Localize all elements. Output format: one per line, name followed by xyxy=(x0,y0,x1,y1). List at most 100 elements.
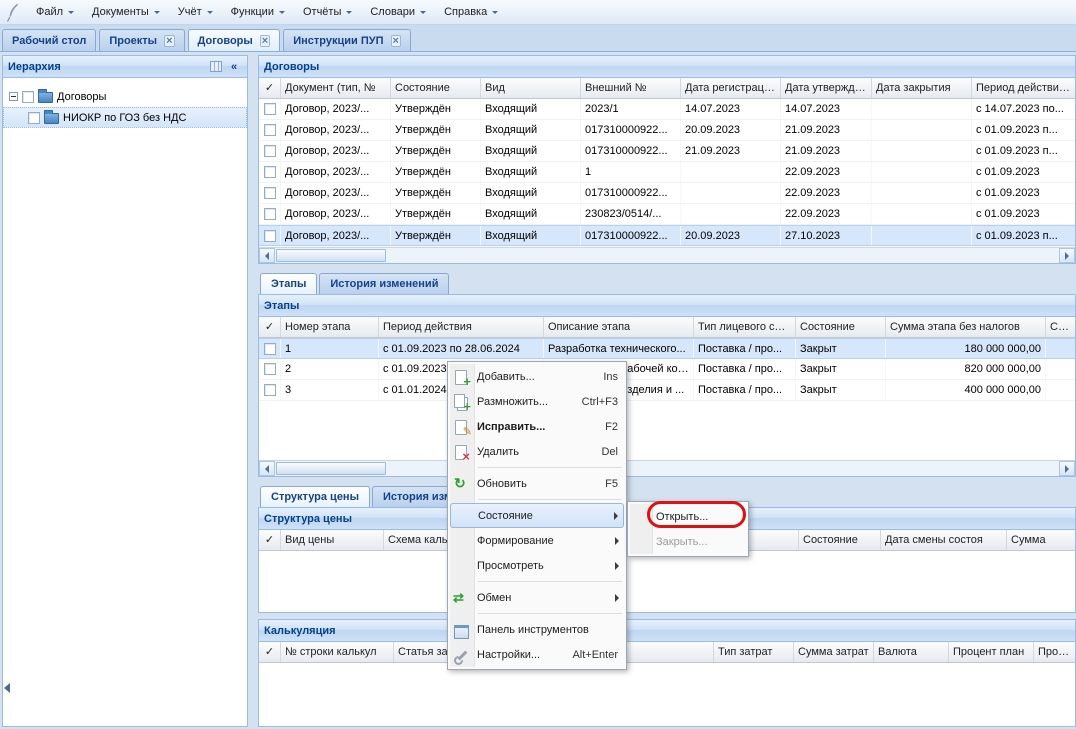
select-all-column-header[interactable]: ✓ xyxy=(259,78,281,98)
scroll-right-button[interactable] xyxy=(1059,248,1075,263)
tree-node-checkbox[interactable] xyxy=(22,91,34,103)
menu-item-formation[interactable]: Формирование xyxy=(450,528,624,553)
row-checkbox[interactable] xyxy=(264,166,276,178)
column-header-state[interactable]: Состояние xyxy=(391,78,481,98)
contract-row[interactable]: Договор, 2023/... Утверждён Входящий 017… xyxy=(259,141,1075,162)
row-checkbox[interactable] xyxy=(264,145,276,157)
tab-instructions[interactable]: Инструкции ПУП × xyxy=(283,29,411,51)
collapse-node-icon[interactable] xyxy=(9,92,18,101)
scroll-right-button[interactable] xyxy=(1059,461,1075,476)
row-checkbox[interactable] xyxy=(264,208,276,220)
tab-stages[interactable]: Этапы xyxy=(260,273,317,294)
contracts-horizontal-scrollbar[interactable] xyxy=(259,247,1075,263)
menu-item-settings[interactable]: Настройки... Alt+Enter xyxy=(450,642,624,667)
cell: 2023/1 xyxy=(581,99,681,119)
menu-item-toolbar[interactable]: Панель инструментов xyxy=(450,617,624,642)
menu-item-refresh[interactable]: Обновить F5 xyxy=(450,471,624,496)
column-header-reg[interactable]: Дата регистрации xyxy=(681,78,781,98)
scrollbar-thumb[interactable] xyxy=(276,249,386,262)
column-header-type[interactable]: Тип затрат xyxy=(714,642,794,662)
column-header-period[interactable]: Период действия... xyxy=(972,78,1075,98)
contract-row[interactable]: Договор, 2023/... Утверждён Входящий 017… xyxy=(259,120,1075,141)
tree-node-contracts[interactable]: Договоры xyxy=(3,86,247,107)
row-checkbox[interactable] xyxy=(264,384,276,396)
column-header-kind[interactable]: Вид xyxy=(481,78,581,98)
menu-accounting[interactable]: Учёт xyxy=(170,3,221,21)
column-header-fact[interactable]: Процент ф xyxy=(1034,642,1075,662)
column-header-kind[interactable]: Вид цены xyxy=(281,530,384,550)
column-header-num[interactable]: Номер этапа xyxy=(281,317,379,337)
column-header-sum[interactable]: Сумма затрат xyxy=(794,642,874,662)
menu-help[interactable]: Справка xyxy=(436,3,506,21)
folder-icon xyxy=(44,113,59,124)
scrollbar-thumb[interactable] xyxy=(276,462,386,475)
column-header-num[interactable]: № строки калькул xyxy=(281,642,394,662)
column-header-state[interactable]: Состояние xyxy=(799,530,881,550)
tab-close-icon[interactable]: × xyxy=(164,35,174,47)
menu-item-delete[interactable]: Удалить Del xyxy=(450,439,624,464)
tab-projects[interactable]: Проекты × xyxy=(99,29,184,51)
contract-row-selected[interactable]: Договор, 2023/... Утверждён Входящий 017… xyxy=(259,225,1075,246)
column-header-approve[interactable]: Дата утверждения xyxy=(781,78,872,98)
column-header-doc[interactable]: Документ (тип, № xyxy=(281,78,391,98)
column-header-currency[interactable]: Валюта xyxy=(874,642,949,662)
tab-change-history[interactable]: История изменений xyxy=(319,273,449,294)
column-header-changed[interactable]: Дата смены состоя xyxy=(881,530,1007,550)
column-header-sum[interactable]: Сумма этапа без налогов xyxy=(886,317,1046,337)
scroll-left-button[interactable] xyxy=(259,461,275,476)
scroll-left-button[interactable] xyxy=(259,248,275,263)
tab-contracts[interactable]: Договоры × xyxy=(188,29,281,51)
select-all-column-header[interactable]: ✓ xyxy=(259,530,281,550)
contract-row[interactable]: Договор, 2023/... Утверждён Входящий 017… xyxy=(259,183,1075,204)
row-checkbox[interactable] xyxy=(264,103,276,115)
column-header-state[interactable]: Состояние xyxy=(796,317,886,337)
scroll-left-icon[interactable] xyxy=(4,683,10,693)
column-header-ext[interactable]: Внешний № xyxy=(581,78,681,98)
row-checkbox[interactable] xyxy=(264,363,276,375)
menu-item-edit[interactable]: Исправить... F2 xyxy=(450,414,624,439)
column-header-acct[interactable]: Тип лицевого счёт xyxy=(694,317,796,337)
submenu-item-close[interactable]: Закрыть... xyxy=(630,529,746,554)
tree-node-niokr[interactable]: НИОКР по ГОЗ без НДС xyxy=(3,107,247,128)
row-checkbox[interactable] xyxy=(264,343,276,355)
menu-item-duplicate[interactable]: Размножить... Ctrl+F3 xyxy=(450,389,624,414)
menu-item-add[interactable]: Добавить... Ins xyxy=(450,364,624,389)
column-header-plan[interactable]: Процент план xyxy=(949,642,1034,662)
columns-icon xyxy=(210,61,222,72)
cell: с 01.09.2023 п... xyxy=(972,141,1075,161)
menu-documents[interactable]: Документы xyxy=(84,3,168,21)
menu-functions[interactable]: Функции xyxy=(223,3,293,21)
stage-row-selected[interactable]: 1 с 01.09.2023 по 28.06.2024 Разработка … xyxy=(259,338,1075,359)
tab-desktop[interactable]: Рабочий стол xyxy=(2,29,96,51)
menu-item-exchange[interactable]: Обмен xyxy=(450,585,624,610)
menu-file[interactable]: Файл xyxy=(28,3,82,21)
stage-row[interactable]: 3 с 01.01.2024 по 28.06.2024 Изготовлени… xyxy=(259,380,1075,401)
tree-node-checkbox[interactable] xyxy=(28,112,40,124)
stages-horizontal-scrollbar[interactable] xyxy=(259,460,1075,476)
menu-reports[interactable]: Отчёты xyxy=(295,3,360,21)
menu-item-view[interactable]: Просмотреть xyxy=(450,553,624,578)
column-header-sum2[interactable]: Сумма xyxy=(1046,317,1075,337)
row-checkbox[interactable] xyxy=(264,124,276,136)
row-checkbox[interactable] xyxy=(264,187,276,199)
select-all-column-header[interactable]: ✓ xyxy=(259,317,281,337)
select-all-column-header[interactable]: ✓ xyxy=(259,642,281,662)
column-header-close[interactable]: Дата закрытия xyxy=(872,78,972,98)
contract-row[interactable]: Договор, 2023/... Утверждён Входящий 230… xyxy=(259,204,1075,225)
tab-close-icon[interactable]: × xyxy=(260,35,270,47)
row-checkbox[interactable] xyxy=(264,230,276,242)
menu-item-state[interactable]: Состояние xyxy=(450,503,624,528)
column-header-desc[interactable]: Описание этапа xyxy=(544,317,694,337)
collapse-panel-button[interactable]: « xyxy=(226,59,242,74)
submenu-item-open[interactable]: Открыть... xyxy=(630,504,746,529)
contract-row[interactable]: Договор, 2023/... Утверждён Входящий 1 2… xyxy=(259,162,1075,183)
contract-row[interactable]: Договор, 2023/... Утверждён Входящий 202… xyxy=(259,99,1075,120)
tab-close-icon[interactable]: × xyxy=(391,35,401,47)
column-header-period[interactable]: Период действия xyxy=(379,317,544,337)
stage-row[interactable]: 2 с 01.09.2023 по 28.06.2024 Изготовлени… xyxy=(259,359,1075,380)
tab-price-structure[interactable]: Структура цены xyxy=(260,486,370,507)
view-options-button[interactable] xyxy=(208,59,224,74)
calculation-panel: Калькуляция ✓ № строки калькул Статья за… xyxy=(258,619,1076,727)
menu-dictionaries[interactable]: Словари xyxy=(362,3,434,21)
column-header-sum[interactable]: Сумма xyxy=(1007,530,1075,550)
